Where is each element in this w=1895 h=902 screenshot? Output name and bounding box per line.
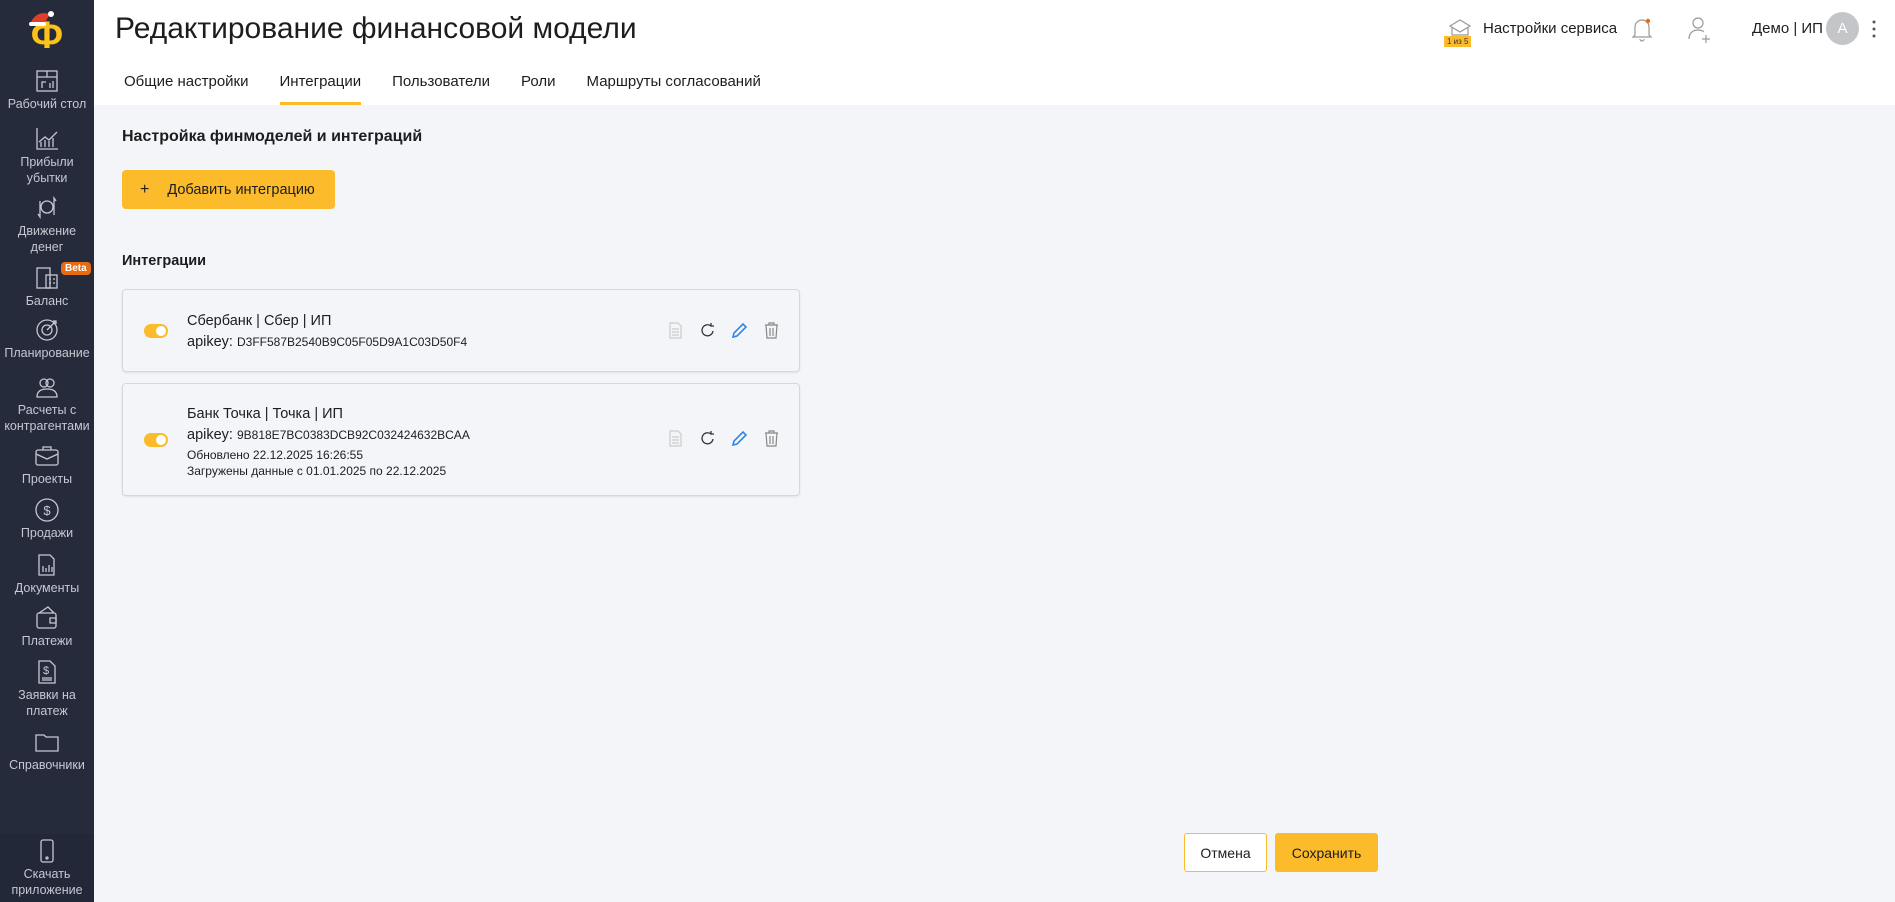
sidebar: Ф Рабочий стол Прибыли убытки Движение д…: [0, 0, 94, 902]
dollar-icon: $: [35, 498, 59, 522]
integration-card: Сбербанк | Сбер | ИП apikey: D3FF587B254…: [122, 289, 800, 372]
document-icon[interactable]: [666, 429, 685, 448]
add-user-icon[interactable]: [1686, 15, 1714, 43]
tab-integrations[interactable]: Интеграции: [279, 73, 361, 105]
dashboard-icon: [36, 70, 58, 92]
edit-icon[interactable]: [730, 321, 749, 340]
sidebar-item-documents[interactable]: Документы: [0, 552, 94, 596]
integration-name: Сбербанк | Сбер | ИП: [187, 313, 332, 329]
tab-general-settings[interactable]: Общие настройки: [124, 73, 249, 105]
sidebar-item-profit-loss[interactable]: Прибыли убытки: [0, 126, 94, 186]
folder-icon: [35, 734, 59, 752]
target-icon: [36, 319, 58, 341]
document-icon[interactable]: [666, 321, 685, 340]
tab-users[interactable]: Пользователи: [392, 73, 490, 105]
cash-flow-icon: [37, 195, 57, 220]
header: Редактирование финансовой модели Общие н…: [94, 0, 1895, 105]
refresh-icon[interactable]: [698, 429, 717, 448]
integration-name: Банк Точка | Точка | ИП: [187, 406, 343, 422]
sidebar-item-dashboard[interactable]: Рабочий стол: [0, 68, 94, 112]
integration-toggle[interactable]: [144, 324, 168, 338]
integration-card: Банк Точка | Точка | ИП apikey: 9B818E7B…: [122, 383, 800, 496]
loaded-range: Загружены данные с 01.01.2025 по 22.12.2…: [187, 464, 447, 478]
delete-icon[interactable]: [762, 321, 781, 340]
sidebar-item-sales[interactable]: $ Продажи: [0, 497, 94, 541]
bell-icon[interactable]: [1630, 16, 1654, 42]
integrations-title: Интеграции: [122, 253, 207, 269]
contractors-icon: [36, 378, 58, 398]
save-button[interactable]: Сохранить: [1275, 833, 1378, 872]
sidebar-item-projects[interactable]: Проекты: [0, 443, 94, 487]
tab-roles[interactable]: Роли: [521, 73, 556, 105]
documents-icon: [38, 554, 55, 576]
delete-icon[interactable]: [762, 429, 781, 448]
refresh-icon[interactable]: [698, 321, 717, 340]
apikey-value: D3FF587B2540B9C05F05D9A1C03D50F4: [236, 335, 468, 349]
logo[interactable]: Ф: [24, 8, 70, 57]
integration-toggle[interactable]: [144, 433, 168, 447]
service-settings-link[interactable]: Настройки сервиса: [1483, 20, 1617, 37]
beta-badge: Beta: [61, 262, 91, 275]
plus-icon: +: [140, 180, 150, 198]
balance-icon: [36, 267, 58, 289]
sidebar-item-contractors[interactable]: Расчеты с контрагентами: [0, 374, 94, 434]
tabs: Общие настройки Интеграции Пользователи …: [124, 73, 792, 105]
apikey-value: 9B818E7BC0383DCB92C032424632BCAA: [236, 428, 470, 442]
payment-request-icon: $: [38, 660, 56, 684]
svg-text:$: $: [43, 503, 51, 518]
edit-icon[interactable]: [730, 429, 749, 448]
svg-text:$: $: [43, 665, 49, 677]
sidebar-item-planning[interactable]: Планирование: [0, 317, 94, 361]
sidebar-item-payments[interactable]: Платежи: [0, 605, 94, 649]
sidebar-item-payment-requests[interactable]: $ Заявки на платеж: [0, 659, 94, 719]
sidebar-item-references[interactable]: Справочники: [0, 729, 94, 773]
onboarding-badge: 1 из 5: [1444, 36, 1472, 47]
download-app-button[interactable]: Скачать приложение: [0, 838, 94, 898]
add-integration-button[interactable]: + Добавить интеграцию: [122, 170, 335, 209]
company-selector[interactable]: Демо | ИП: [1752, 20, 1823, 37]
updated-at: Обновлено 22.12.2025 16:26:55: [187, 448, 364, 462]
section-title: Настройка финмоделей и интеграций: [122, 128, 423, 145]
page-title: Редактирование финансовой модели: [115, 12, 637, 45]
more-menu-icon[interactable]: [1870, 19, 1878, 39]
phone-icon: [40, 839, 54, 863]
sidebar-item-cash-flow[interactable]: Движение денег: [0, 195, 94, 255]
wallet-icon: [36, 606, 57, 629]
avatar[interactable]: А: [1826, 12, 1859, 45]
tab-approval-routes[interactable]: Маршруты согласований: [587, 73, 761, 105]
cancel-button[interactable]: Отмена: [1184, 833, 1267, 872]
briefcase-icon: [35, 446, 59, 466]
profit-chart-icon: [36, 128, 58, 150]
